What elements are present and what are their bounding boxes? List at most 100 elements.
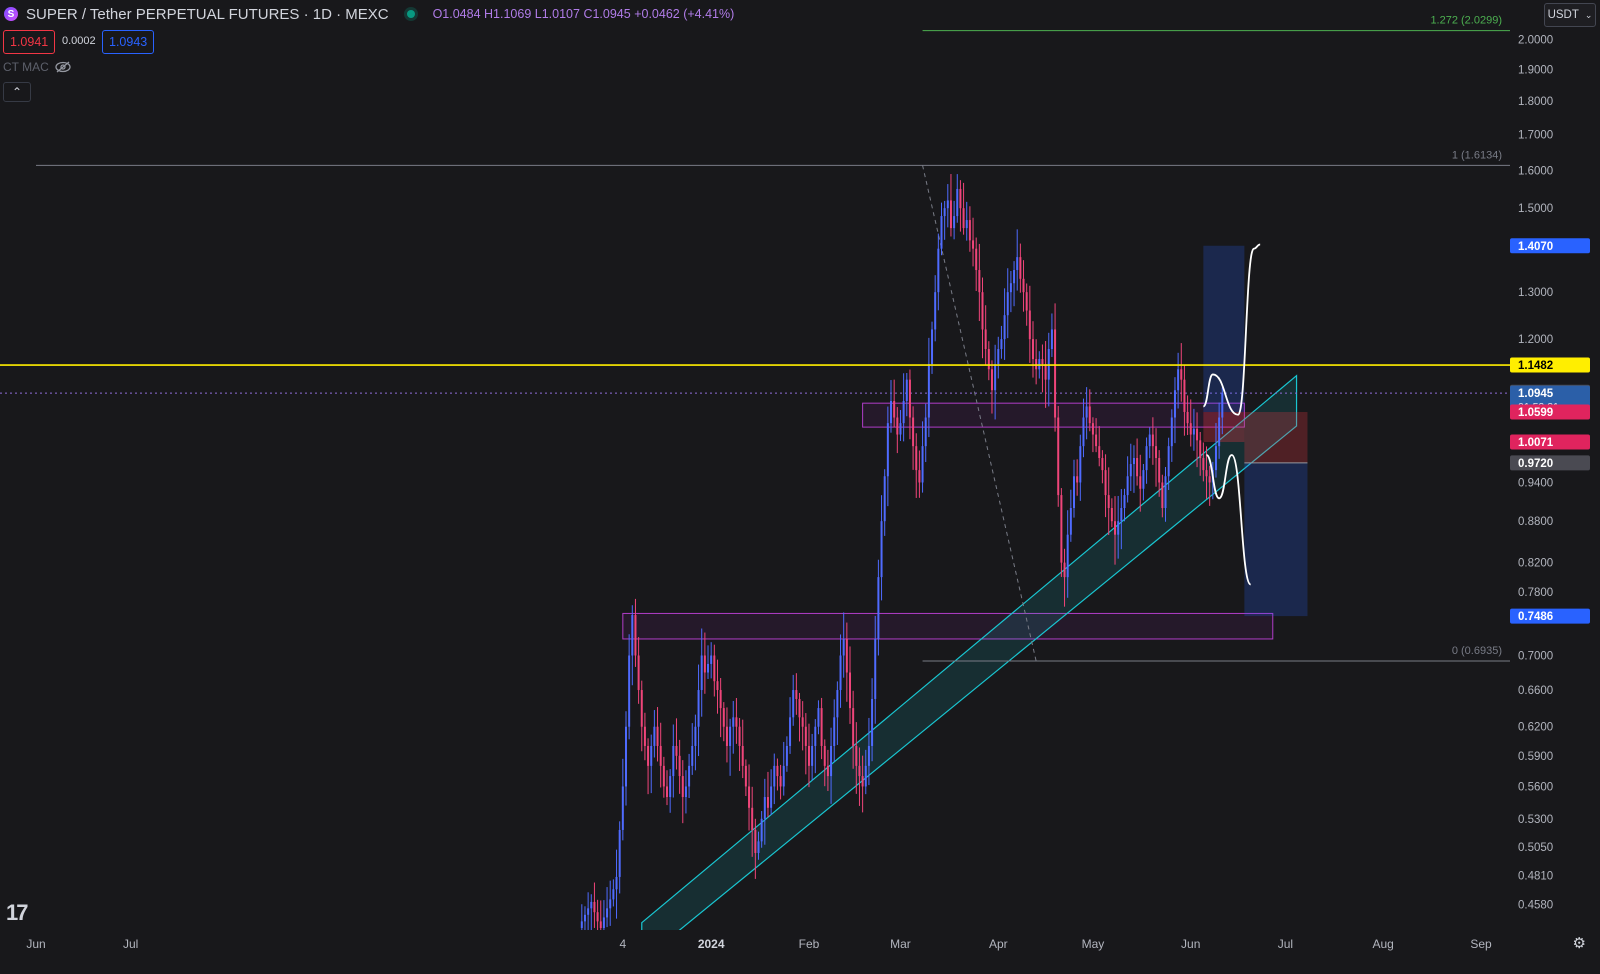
candle-body [1123, 495, 1126, 508]
candle-body [987, 349, 990, 370]
candle-body [609, 899, 612, 909]
indicator-name: CT MAC [3, 60, 49, 74]
price-tick-label: 0.9400 [1518, 477, 1553, 489]
candle-body [798, 698, 801, 718]
candle-body [599, 921, 602, 928]
candle-body [1060, 495, 1063, 563]
spread-value: 0.0002 [62, 35, 96, 47]
time-tick-label: Jul [123, 937, 138, 951]
symbol-title[interactable]: SUPER / Tether PERPETUAL FUTURES · 1D · … [26, 6, 389, 23]
candle-body [763, 797, 766, 819]
low-value: L1.0107 [534, 7, 580, 21]
candle-body [1006, 292, 1009, 316]
settings-icon[interactable]: ⚙ [1573, 934, 1586, 952]
candle-body [886, 423, 889, 477]
candle-body [1208, 476, 1211, 483]
candle-body [694, 726, 697, 746]
candle-body [1199, 440, 1202, 459]
tradingview-logo[interactable]: 17 [6, 900, 29, 926]
candle-body [1221, 393, 1224, 418]
candle-body [1054, 329, 1057, 418]
candle-body [643, 726, 646, 746]
candle-body [924, 417, 927, 447]
time-tick-label: Sep [1470, 937, 1492, 951]
candle-body [1117, 521, 1120, 535]
candle-body [631, 615, 634, 656]
candle-body [830, 745, 833, 777]
candle-body [659, 745, 662, 766]
candle-body [1136, 458, 1139, 477]
candle-body [1088, 406, 1091, 424]
time-tick-label: 4 [619, 937, 626, 951]
candle-body [716, 681, 719, 691]
candle-body [855, 745, 858, 766]
time-tick-label: Feb [799, 937, 820, 951]
candle-body [593, 901, 596, 913]
candle-body [1180, 369, 1183, 380]
price-tick-label: 0.5900 [1518, 751, 1553, 763]
collapse-legend-button[interactable]: ⌃ [3, 82, 31, 102]
candle-body [893, 400, 896, 418]
candle-body [871, 698, 874, 746]
candle-body [1098, 446, 1101, 459]
candle-body [1173, 390, 1176, 418]
candle-body [968, 220, 971, 241]
price-tick-label: 0.7000 [1518, 650, 1553, 662]
candle-body [1218, 417, 1221, 447]
candle-body [833, 717, 836, 746]
candle-body [826, 765, 829, 777]
sell-price-button[interactable]: 1.0941 [3, 30, 55, 54]
candle-body [1038, 359, 1041, 370]
candle-body [722, 708, 725, 727]
candle-body [1085, 406, 1088, 418]
buy-price-button[interactable]: 1.0943 [102, 30, 154, 54]
candle-body [1158, 458, 1161, 483]
price-chart[interactable]: 1.272 (2.0299) 1 (1.6134) 0 (0.6935) 2.0000… [0, 0, 1600, 974]
candle-body [842, 638, 845, 656]
long-stop-zone [1203, 412, 1245, 443]
indicator-legend[interactable]: CT MAC [3, 60, 71, 74]
price-tick-label: 0.8800 [1518, 516, 1553, 528]
candle-body [754, 829, 757, 853]
candle-body [757, 841, 760, 853]
price-tag-label-4: 1.0599 [1518, 407, 1553, 419]
chevron-down-icon: ⌄ [1584, 9, 1593, 20]
candle-body [776, 765, 779, 777]
time-tick-label: 2024 [698, 937, 725, 951]
candle-body [994, 364, 997, 391]
candle-body [1161, 482, 1164, 508]
candle-body [1142, 470, 1145, 489]
candle-body [666, 786, 669, 798]
candle-body [1104, 470, 1107, 496]
candle-body [1003, 315, 1006, 340]
candle-body [1183, 379, 1186, 412]
candle-body [618, 829, 621, 877]
candle-body [848, 672, 851, 709]
candle-body [587, 908, 590, 915]
candle-body [678, 755, 681, 777]
high-value: H1.1069 [484, 7, 532, 21]
candle-body [918, 470, 921, 483]
eye-hidden-icon[interactable] [55, 61, 71, 73]
candle-body [820, 708, 823, 746]
candle-body [1214, 446, 1217, 471]
candle-body [647, 745, 650, 766]
open-value: O1.0484 [432, 7, 481, 21]
candle-body [1148, 434, 1151, 447]
candle-body [978, 270, 981, 293]
candle-body [975, 248, 978, 271]
price-tick-label: 0.6600 [1518, 685, 1553, 697]
candle-body [773, 765, 776, 787]
candle-body [1126, 476, 1129, 496]
currency-selector[interactable]: USDT ⌄ [1544, 3, 1596, 27]
candle-body [710, 655, 713, 664]
candle-body [675, 745, 678, 756]
candle-body [902, 400, 905, 424]
candle-body [1073, 476, 1076, 508]
short-stop-zone [1244, 412, 1308, 463]
candle-body [700, 655, 703, 691]
candle-body [656, 726, 659, 746]
candle-body [732, 717, 735, 727]
candle-body [927, 364, 930, 418]
candle-body [580, 921, 583, 928]
